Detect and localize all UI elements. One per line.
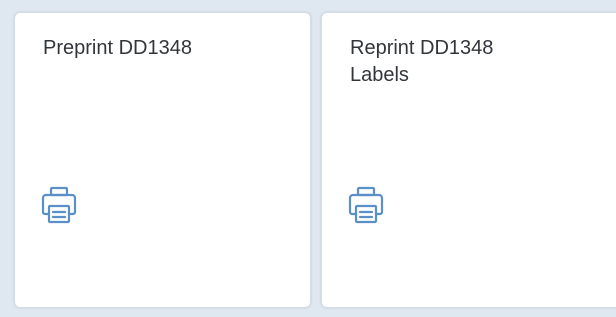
printer-icon [41, 185, 77, 225]
tile-title: Preprint DD1348 [43, 37, 192, 59]
tile-preprint-dd1348[interactable]: Preprint DD1348 [14, 12, 311, 308]
printer-icon [348, 185, 384, 225]
launchpad-canvas: Preprint DD1348 Reprint DD1348 Labels [0, 0, 616, 317]
tile-reprint-dd1348-labels[interactable]: Reprint DD1348 Labels [321, 12, 616, 308]
tile-title: Reprint DD1348 Labels [350, 37, 494, 86]
